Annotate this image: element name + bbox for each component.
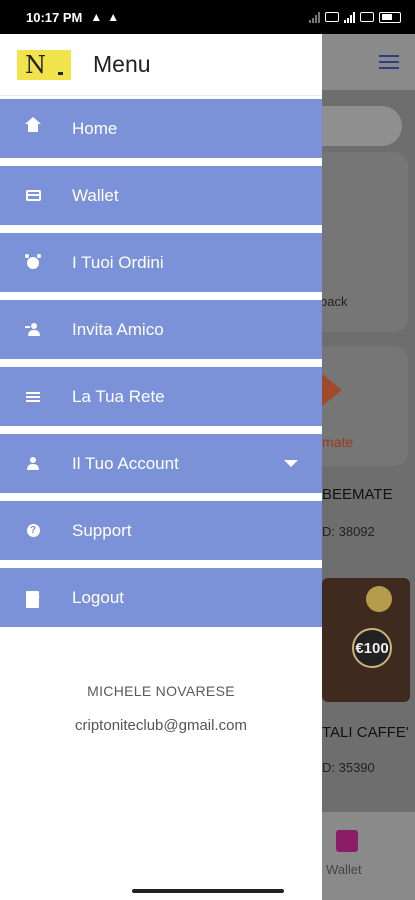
card-label: mate [322, 434, 354, 450]
play-logo-icon [322, 374, 342, 406]
menu-item-support[interactable]: ? Support [0, 501, 322, 568]
status-time: 10:17 PM [26, 9, 83, 25]
menu-item-home[interactable]: Home [0, 99, 322, 166]
seal-icon [366, 586, 392, 612]
user-email: criptoniteclub@gmail.com [75, 717, 247, 734]
user-icon [27, 457, 39, 470]
coffee-image: €100 [322, 578, 410, 702]
hamburger-icon[interactable] [379, 55, 399, 69]
help-icon: ? [26, 524, 40, 537]
warning-icon: ▲ [90, 10, 103, 24]
add-user-icon [25, 323, 41, 336]
menu-item-label: Invita Amico [72, 319, 164, 339]
menu-item-network[interactable]: La Tua Rete [0, 367, 322, 434]
gesture-nav-bar[interactable] [132, 889, 284, 893]
wallet-icon [336, 830, 358, 852]
product-id: D: 38092 [322, 524, 375, 539]
beemate-card: mate [322, 346, 408, 466]
menu-item-label: Support [72, 520, 132, 540]
menu-item-wallet[interactable]: Wallet [0, 166, 322, 233]
menu-item-orders[interactable]: I Tuoi Ordini [0, 233, 322, 300]
card-label: back [322, 294, 348, 309]
menu-item-invite[interactable]: Invita Amico [0, 300, 322, 367]
menu-item-label: Il Tuo Account [72, 453, 179, 473]
menu-title: Menu [93, 51, 151, 77]
warning-icon: ▲ [107, 10, 120, 24]
user-name: MICHELE NOVARESE [87, 683, 235, 699]
price-badge: €100 [352, 628, 392, 668]
search-bar [322, 106, 402, 146]
status-bar: 10:17 PM ▲ ▲ [0, 0, 415, 34]
logout-icon [26, 591, 40, 608]
signal-icon [309, 11, 320, 23]
menu-list: Home Wallet I Tuoi Ordini Invita Amico L… [0, 99, 322, 635]
menu-item-label: Home [72, 118, 118, 138]
menu-item-label: Logout [72, 587, 124, 607]
product-name: TALI CAFFE' [322, 724, 409, 741]
chevron-down-icon[interactable] [284, 460, 298, 467]
sim-icon [360, 12, 374, 22]
alarm-icon [25, 253, 41, 269]
logo-letter: N [25, 50, 46, 79]
battery-icon [379, 11, 401, 23]
brand-logo: N [17, 49, 71, 80]
app-topbar [322, 34, 415, 90]
cashback-card: back [322, 152, 408, 332]
product-id: D: 35390 [322, 760, 375, 775]
navigation-drawer: N Menu Home Wallet I Tuoi Ordini Invita … [0, 34, 322, 900]
card-icon [25, 190, 41, 201]
menu-item-label: La Tua Rete [72, 386, 165, 406]
drawer-header: N Menu [0, 34, 322, 96]
user-info: MICHELE NOVARESE criptoniteclub@gmail.co… [0, 683, 322, 734]
product-name: BEEMATE [322, 486, 393, 503]
sim-icon [325, 12, 339, 22]
menu-item-label: I Tuoi Ordini [72, 252, 164, 272]
menu-item-logout[interactable]: Logout [0, 568, 322, 635]
bottom-nav: Wallet [322, 812, 415, 900]
background-app: back mate BEEMATE D: 38092 €100 TALI CAF… [322, 34, 415, 900]
status-icons [309, 11, 401, 23]
bottom-nav-label: Wallet [326, 862, 362, 877]
home-icon [25, 116, 41, 135]
menu-item-label: Wallet [72, 185, 119, 205]
list-icon [26, 391, 40, 402]
signal-icon [344, 11, 355, 23]
menu-item-account[interactable]: Il Tuo Account [0, 434, 322, 501]
